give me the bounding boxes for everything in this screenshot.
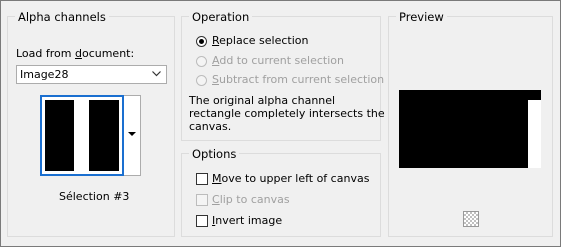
alpha-channel-thumbnail[interactable] xyxy=(40,95,124,176)
invert-image-label[interactable]: Invert image xyxy=(212,214,282,227)
preview-white-region xyxy=(528,100,541,168)
operation-title: Operation xyxy=(189,10,253,24)
checkerboard-icon[interactable] xyxy=(463,211,479,227)
invert-image-checkbox[interactable] xyxy=(196,215,208,227)
load-from-document-label: Load from document: xyxy=(16,47,135,60)
thumbnail-stripe xyxy=(74,100,89,171)
thumbnail-dropdown-button[interactable] xyxy=(124,95,141,176)
document-select[interactable]: Image28 xyxy=(16,65,167,84)
subtract-selection-label[interactable]: Subtract from current selection xyxy=(212,73,384,86)
preview-image xyxy=(399,90,541,168)
operation-message-line3: canvas. xyxy=(189,120,232,133)
clip-to-canvas-label[interactable]: Clip to canvas xyxy=(212,193,290,206)
alpha-channels-title: Alpha channels xyxy=(15,10,109,24)
operation-message-line2: rectangle completely intersects the xyxy=(189,107,385,120)
replace-selection-radio[interactable] xyxy=(196,36,207,47)
replace-selection-label[interactable]: Replace selection xyxy=(212,34,308,47)
dropdown-arrow-icon xyxy=(128,132,136,136)
preview-title: Preview xyxy=(396,10,447,24)
move-upper-left-label[interactable]: Move to upper left of canvas xyxy=(212,172,369,185)
document-select-value: Image28 xyxy=(20,68,69,81)
add-selection-label[interactable]: Add to current selection xyxy=(212,54,344,67)
subtract-selection-radio[interactable] xyxy=(196,75,207,86)
selection-caption: Sélection #3 xyxy=(59,190,130,203)
thumbnail-image xyxy=(45,100,119,171)
options-title: Options xyxy=(189,147,240,161)
add-selection-radio[interactable] xyxy=(196,56,207,67)
chevron-down-icon xyxy=(152,71,161,77)
clip-to-canvas-checkbox[interactable] xyxy=(196,194,208,206)
move-upper-left-checkbox[interactable] xyxy=(196,173,208,185)
operation-message-line1: The original alpha channel xyxy=(189,94,336,107)
